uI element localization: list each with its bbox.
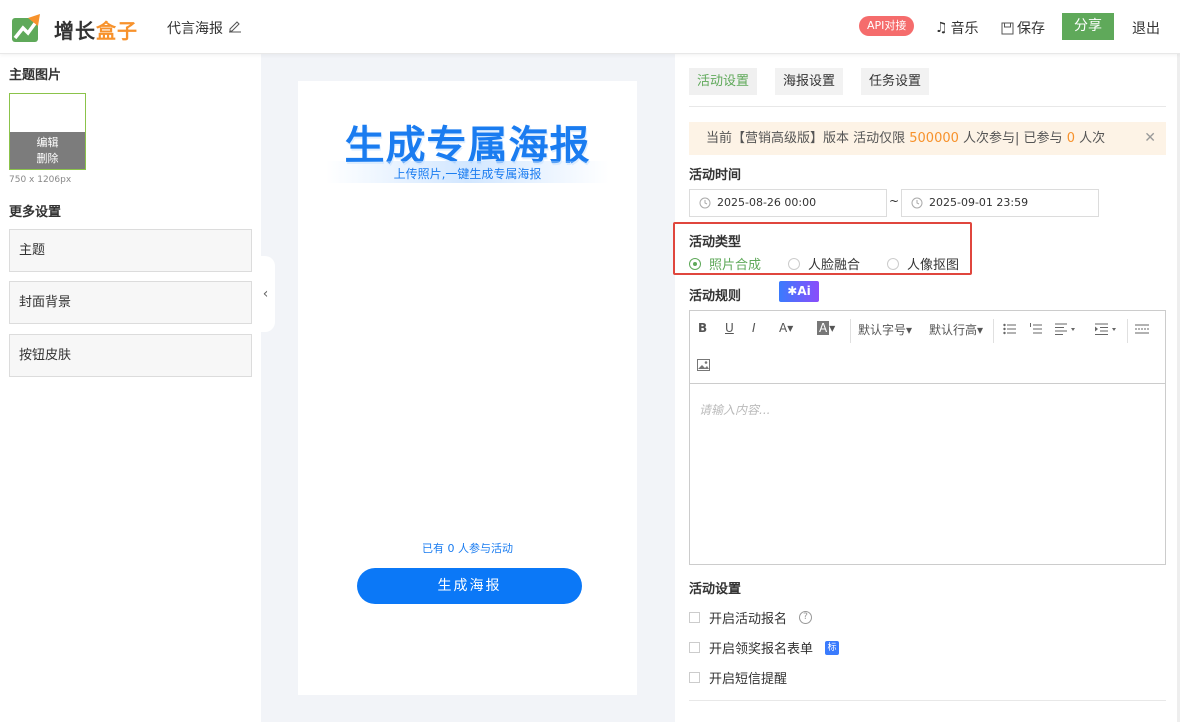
clock-icon (699, 197, 711, 209)
delete-image-button[interactable]: 删除 (10, 151, 85, 167)
rules-editor[interactable]: B U I A▾ A ▾ 默认字号▾ 默认行高▾ 请输入内容... (689, 310, 1166, 565)
brand-name: 增长盒子 (54, 19, 138, 43)
tab-activity-settings[interactable]: 活动设置 (689, 68, 758, 95)
tab-task-settings[interactable]: 任务设置 (861, 68, 930, 95)
setting-item-cover-background[interactable]: 封面背景 (9, 281, 252, 324)
underline-button[interactable]: U (725, 321, 734, 335)
toolbar-divider (993, 319, 994, 343)
share-button[interactable]: 分享 (1062, 13, 1114, 40)
help-icon[interactable]: ? (799, 611, 813, 624)
music-button[interactable]: ♫ 音乐 (935, 18, 979, 38)
image-size-hint: 750 x 1206px (9, 175, 72, 185)
activity-rules-label: 活动规则 (689, 289, 742, 304)
tag-badge: 标 (825, 640, 840, 655)
range-separator: ~ (889, 194, 900, 208)
checkbox-sms-reminder[interactable]: 开启短信提醒 (689, 668, 787, 687)
api-badge[interactable]: API对接 (859, 16, 915, 36)
tab-divider (689, 106, 1166, 107)
bg-color-button[interactable]: A ▾ (817, 321, 835, 335)
editor-toolbar: B U I A▾ A ▾ 默认字号▾ 默认行高▾ (690, 311, 1165, 384)
version-notice: 当前【营销高级版】版本 活动仅限 500000 人次参与| 已参与 0 人次 ✕ (689, 122, 1166, 155)
radio-dot (689, 257, 701, 270)
preview-canvas: 生成专属海报 上传照片,一键生成专属海报 已有 0 人参与活动 生成海报 (261, 54, 675, 722)
setting-item-theme[interactable]: 主题 (9, 229, 252, 272)
setting-item-button-skin[interactable]: 按钮皮肤 (9, 334, 252, 377)
line-height-select[interactable]: 默认行高▾ (929, 321, 983, 338)
checkbox-box[interactable] (689, 642, 700, 653)
italic-button[interactable]: I (752, 321, 756, 335)
chevron-left-icon: ‹ (262, 286, 269, 302)
save-icon (1001, 22, 1014, 34)
right-panel: 活动设置 海报设置 任务设置 当前【营销高级版】版本 活动仅限 500000 人… (673, 54, 1180, 722)
top-header: 增长盒子 代言海报 API对接 ♫ 音乐 保存 分享 退出 (0, 0, 1180, 54)
radio-face-fusion[interactable]: 人脸融合 (788, 254, 860, 273)
checkbox-activity-signup[interactable]: 开启活动报名 ? (689, 608, 813, 627)
music-icon: ♫ (935, 20, 948, 36)
clock-icon (911, 197, 923, 209)
more-settings-title: 更多设置 (9, 205, 62, 220)
generate-poster-button[interactable]: 生成海报 (357, 568, 582, 604)
end-time-input[interactable]: 2025-09-01 23:59 (901, 189, 1099, 217)
poster-subtitle: 上传照片,一键生成专属海报 (393, 167, 542, 181)
font-size-select[interactable]: 默认字号▾ (858, 321, 912, 338)
bullet-list-icon[interactable] (1003, 323, 1016, 335)
radio-dot (788, 257, 800, 270)
font-color-button[interactable]: A▾ (779, 321, 793, 335)
checkbox-box[interactable] (689, 672, 700, 683)
collapse-panel-handle[interactable]: ‹ (256, 256, 275, 332)
radio-dot (887, 257, 899, 270)
horizontal-rule-icon[interactable] (1135, 323, 1149, 335)
bold-button[interactable]: B (698, 321, 707, 335)
edit-image-button[interactable]: 编辑 (10, 135, 85, 151)
indent-icon[interactable] (1095, 323, 1119, 335)
editor-placeholder: 请输入内容... (699, 403, 771, 417)
ai-assist-button[interactable]: ✱Ai (779, 281, 819, 302)
activity-settings-label: 活动设置 (689, 582, 742, 597)
thumbnail-actions: 编辑 删除 (10, 132, 85, 169)
toolbar-divider (850, 319, 851, 343)
left-panel: 主题图片 编辑 删除 750 x 1206px 更多设置 主题 封面背景 按钮皮… (0, 54, 261, 722)
theme-image-thumbnail[interactable]: 编辑 删除 (9, 93, 86, 170)
section-divider (689, 700, 1166, 701)
numbered-list-icon[interactable] (1029, 323, 1042, 335)
checkbox-box[interactable] (689, 612, 700, 623)
logo-icon (12, 14, 40, 42)
toolbar-divider (1127, 319, 1128, 343)
participant-count: 已有 0 人参与活动 (422, 542, 513, 555)
start-time-input[interactable]: 2025-08-26 00:00 (689, 189, 887, 217)
save-button[interactable]: 保存 (1001, 18, 1045, 38)
align-icon[interactable] (1055, 323, 1077, 335)
radio-portrait-cutout[interactable]: 人像抠图 (887, 254, 959, 273)
poster-preview: 生成专属海报 上传照片,一键生成专属海报 已有 0 人参与活动 生成海报 (298, 81, 637, 695)
activity-time-label: 活动时间 (689, 168, 742, 183)
exit-button[interactable]: 退出 (1132, 18, 1160, 38)
image-insert-icon[interactable] (697, 359, 710, 371)
activity-type-label: 活动类型 (689, 235, 742, 250)
tab-poster-settings[interactable]: 海报设置 (775, 68, 844, 95)
doc-title: 代言海报 (167, 21, 223, 37)
radio-photo-composite[interactable]: 照片合成 (689, 254, 761, 273)
close-icon[interactable]: ✕ (1144, 122, 1156, 155)
edit-icon[interactable] (228, 19, 242, 33)
theme-image-title: 主题图片 (9, 68, 62, 83)
checkbox-prize-form[interactable]: 开启领奖报名表单 标 (689, 638, 840, 657)
